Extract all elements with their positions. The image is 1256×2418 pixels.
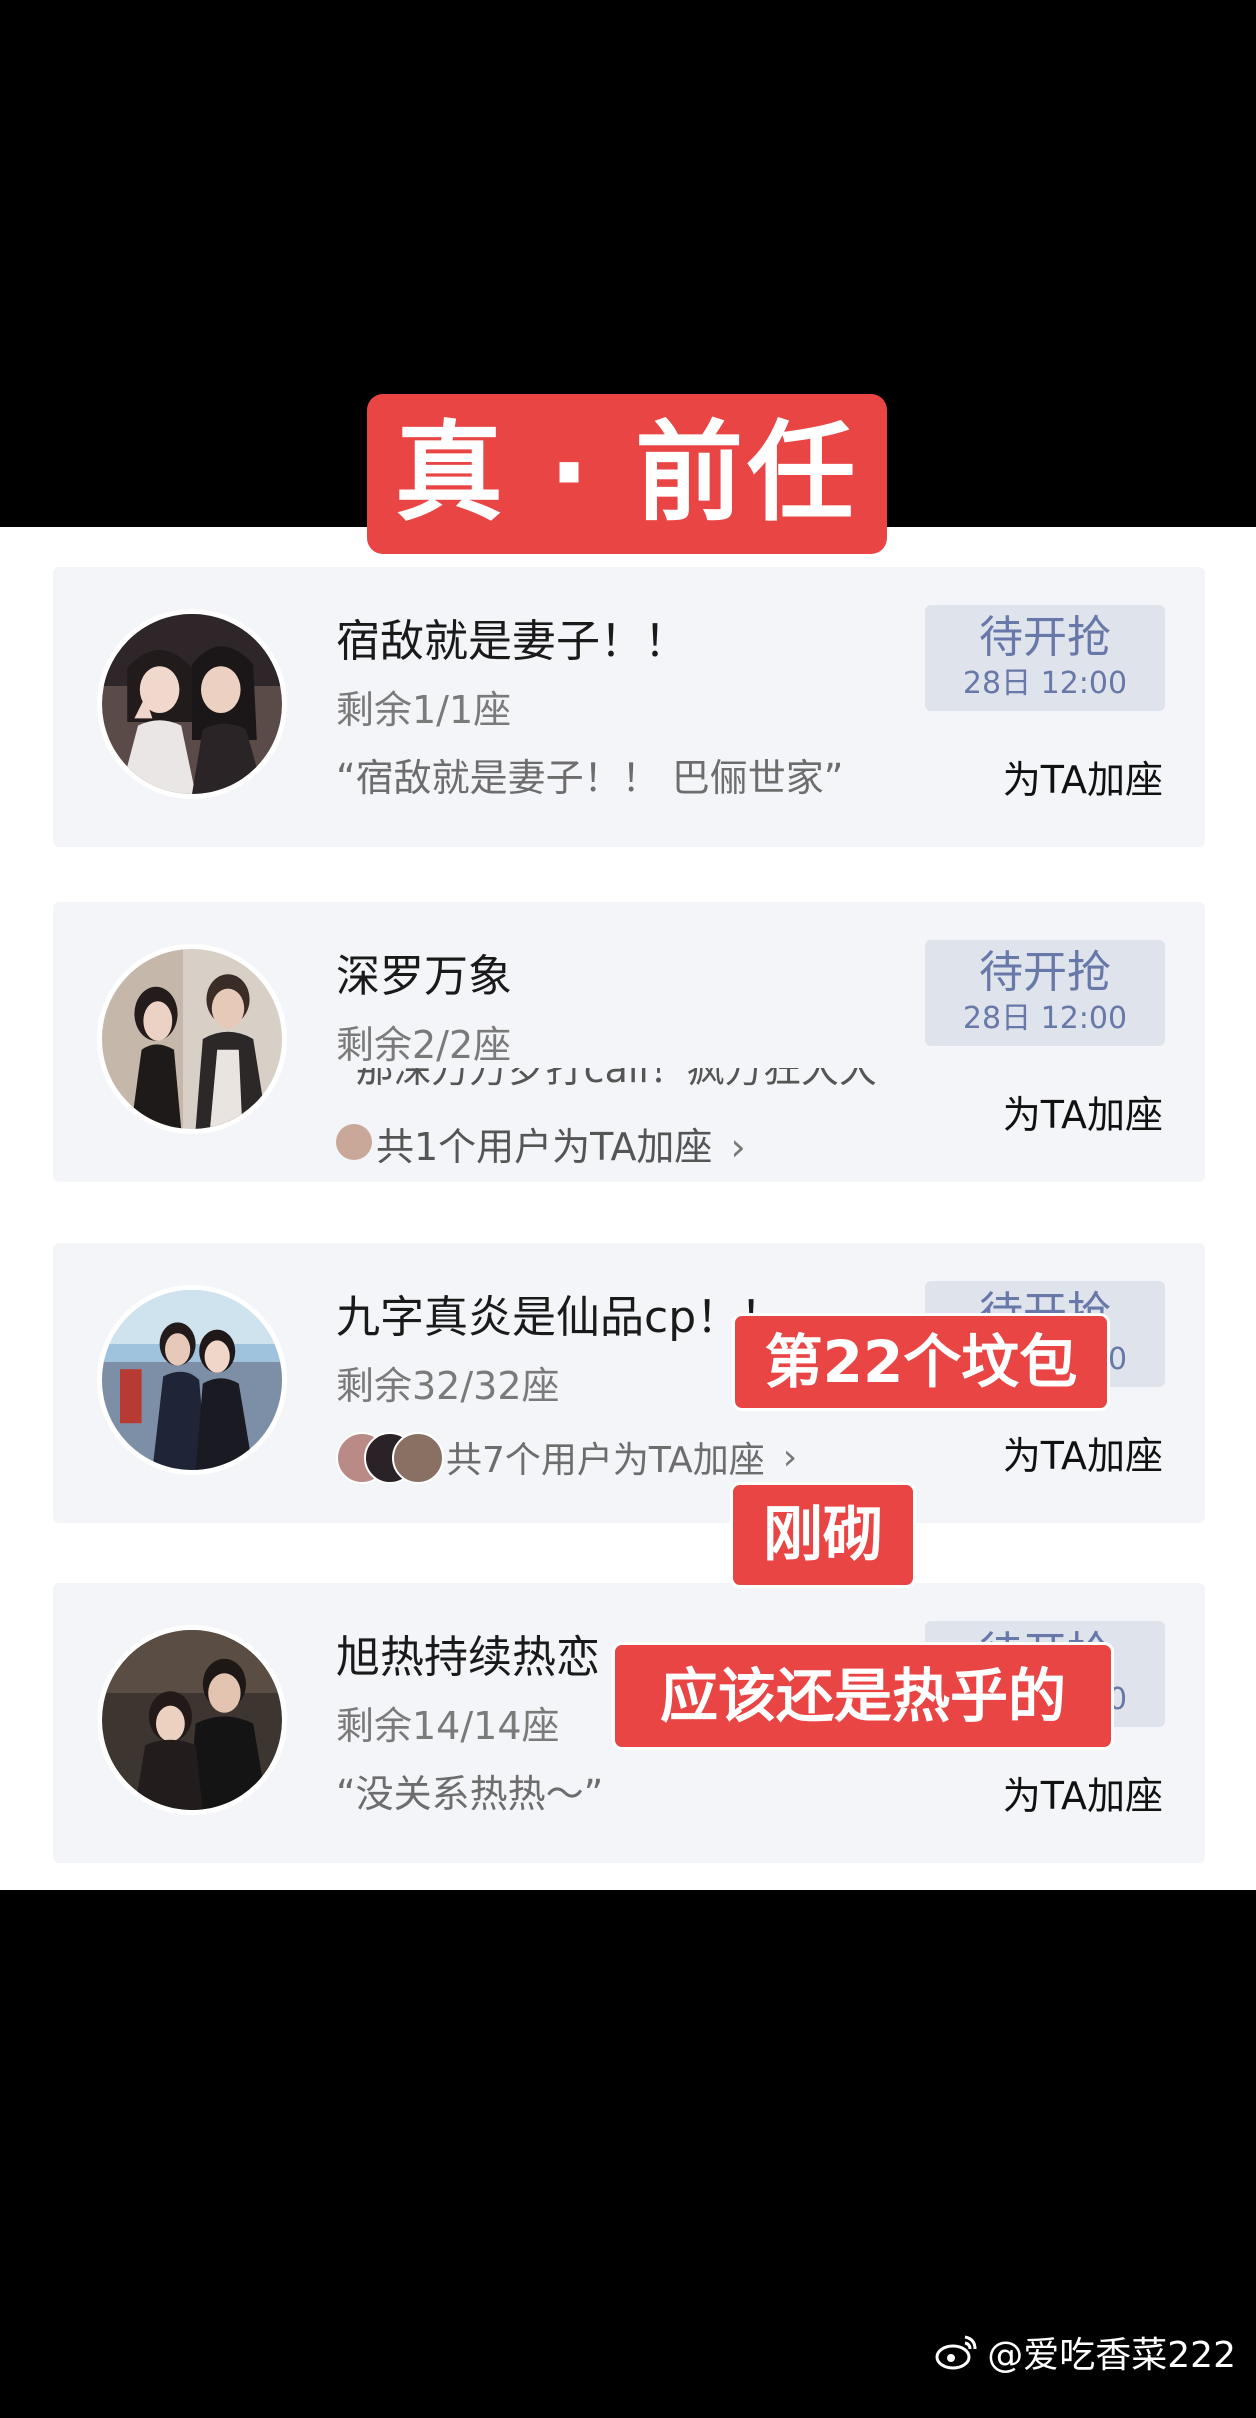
seats-remaining: 剩余32/32座	[336, 1364, 560, 1408]
status-time: 28日 12:00	[962, 666, 1128, 701]
add-seat-link[interactable]: 为TA加座	[1003, 749, 1163, 804]
overlay-label: 应该还是热乎的	[612, 1642, 1114, 1750]
item-quote: “宿敌就是妻子！！ 巴俪世家”	[336, 756, 844, 800]
supporter-avatar	[336, 1124, 372, 1160]
list-item[interactable]: 深罗万象 剩余2/2座 “那深万万岁打call！疯万狂大大” 共1个用户为TA加…	[53, 902, 1205, 1182]
item-quote: “那深万万岁打call！疯万狂大大”	[336, 1068, 896, 1091]
title-banner: 真 · 前任	[367, 394, 887, 554]
add-seat-link[interactable]: 为TA加座	[1003, 1425, 1163, 1480]
item-title: 旭热持续热恋	[336, 1632, 600, 1683]
avatar	[97, 944, 287, 1134]
avatar	[97, 1285, 287, 1475]
status-label: 待开抢	[979, 947, 1111, 998]
item-title: 宿敌就是妻子！！	[336, 616, 688, 667]
status-button[interactable]: 待开抢 28日 12:00	[925, 605, 1165, 711]
supporters-text: 共7个用户为TA加座	[446, 1440, 765, 1481]
seats-remaining: 剩余2/2座	[336, 1023, 512, 1067]
item-quote: “没关系热热～”	[336, 1772, 604, 1816]
seats-remaining: 剩余14/14座	[336, 1704, 560, 1748]
seats-remaining: 剩余1/1座	[336, 688, 512, 732]
supporters-text[interactable]: 共1个用户为TA加座 ›	[376, 1116, 746, 1171]
avatar	[97, 609, 287, 799]
item-title: 深罗万象	[336, 951, 512, 1002]
add-seat-link[interactable]: 为TA加座	[1003, 1084, 1163, 1139]
watermark-text: @爱吃香菜222	[987, 2334, 1236, 2376]
add-seat-link[interactable]: 为TA加座	[1003, 1765, 1163, 1820]
item-title: 九字真炎是仙品cp！！	[336, 1292, 785, 1343]
status-time: 28日 12:00	[962, 1001, 1128, 1036]
weibo-icon	[935, 2333, 979, 2380]
chevron-right-icon: ›	[730, 1125, 746, 1169]
supporter-avatars	[336, 1432, 446, 1484]
scrolling-ticker: “那深万万岁打call！疯万狂大大” 共1个用户为TA加座 ›	[336, 1068, 896, 1176]
watermark: @爱吃香菜222	[935, 2326, 1236, 2381]
chevron-right-icon: ›	[782, 1436, 798, 1478]
supporters-row[interactable]: 共7个用户为TA加座 ›	[336, 1431, 797, 1491]
overlay-label: 第22个坟包	[732, 1313, 1110, 1411]
avatar	[97, 1625, 287, 1815]
supporter-avatar	[392, 1432, 444, 1484]
list-item[interactable]: 宿敌就是妻子！！ 剩余1/1座 “宿敌就是妻子！！ 巴俪世家” 待开抢 28日 …	[53, 567, 1205, 847]
overlay-label: 刚砌	[730, 1482, 916, 1588]
status-label: 待开抢	[979, 612, 1111, 663]
status-button[interactable]: 待开抢 28日 12:00	[925, 940, 1165, 1046]
